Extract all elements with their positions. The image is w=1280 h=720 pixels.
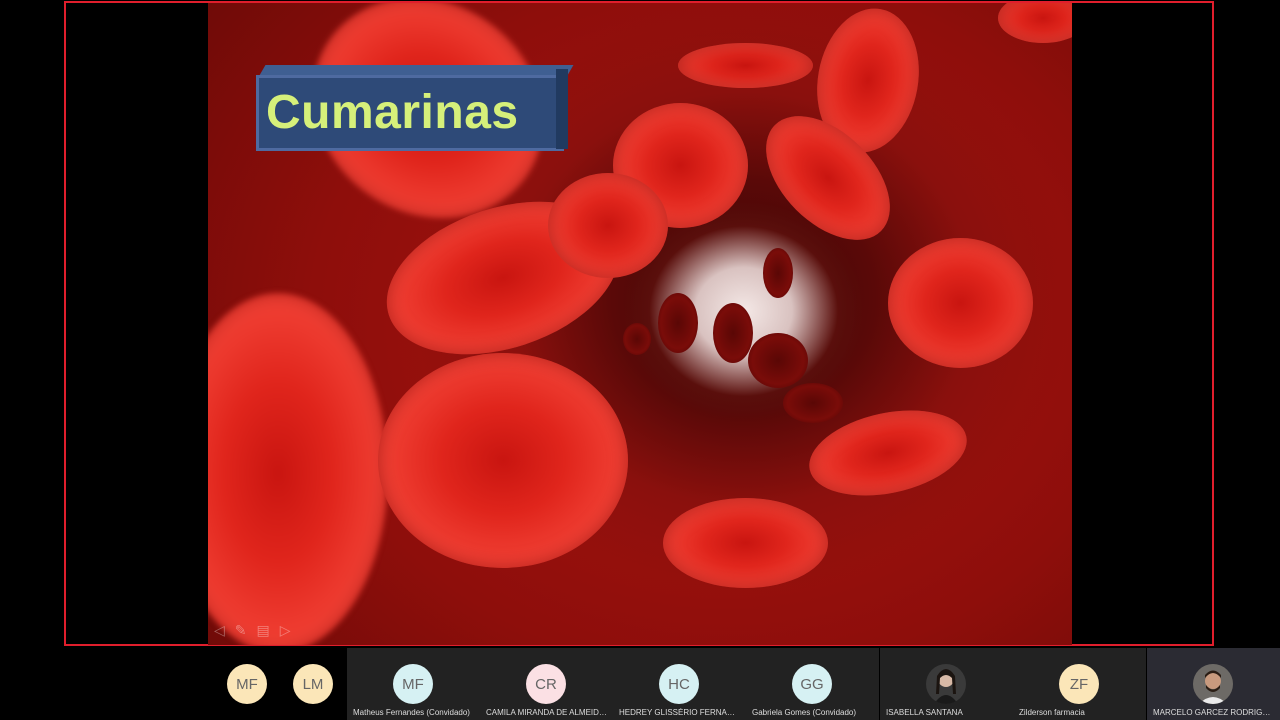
previous-slide-icon[interactable]: ◁ — [214, 622, 225, 639]
blood-cell-image — [663, 498, 828, 588]
avatar: ZF — [1059, 664, 1099, 704]
participant-name: CAMILA MIRANDA DE ALMEIDA R... — [486, 708, 607, 717]
avatar: CR — [526, 664, 566, 704]
participant-name: ISABELLA SANTANA — [886, 708, 963, 717]
avatar — [926, 664, 966, 704]
participant-tile[interactable]: CR CAMILA MIRANDA DE ALMEIDA R... — [480, 648, 613, 720]
blood-cell-image — [658, 293, 698, 353]
blood-cell-image — [763, 248, 793, 298]
participant-name: Zilderson farmacia — [1019, 708, 1085, 717]
presentation-slide: Cumarinas ◁ ✎ ▤ ▷ — [208, 3, 1072, 645]
blood-cell-image — [713, 303, 753, 363]
avatar: LM — [293, 664, 333, 704]
avatar — [1193, 664, 1233, 704]
blood-cell-image — [888, 238, 1033, 368]
user-photo-icon — [1193, 664, 1233, 704]
avatar: MF — [227, 664, 267, 704]
participant-tile[interactable]: MARCELO GARCEZ RODRIGUES — [1147, 648, 1280, 720]
participant-tile[interactable]: ISABELLA SANTANA — [880, 648, 1013, 720]
blood-cell-image — [548, 173, 668, 278]
avatar: GG — [792, 664, 832, 704]
participant-tile[interactable]: MF Matheus Fernandes (Convidado) — [347, 648, 480, 720]
participant-tile[interactable]: ZF Zilderson farmacia — [1013, 648, 1146, 720]
participant-name: Matheus Fernandes (Convidado) — [353, 708, 470, 717]
blood-cell-image — [378, 353, 628, 568]
participants-bar: MF LM MF Matheus Fernandes (Convidado) C… — [0, 648, 1280, 720]
slide-navigation-controls: ◁ ✎ ▤ ▷ — [214, 622, 291, 639]
avatar: HC — [659, 664, 699, 704]
participant-name: Gabriela Gomes (Convidado) — [752, 708, 857, 717]
slide-title: Cumarinas — [266, 86, 519, 139]
user-photo-icon — [934, 669, 958, 704]
blood-cell-image — [208, 293, 388, 645]
participant-tile[interactable]: GG Gabriela Gomes (Convidado) — [746, 648, 879, 720]
slide-title-box: Cumarinas — [256, 65, 574, 151]
next-slide-icon[interactable]: ▷ — [280, 622, 291, 639]
participant-tile[interactable]: LM — [280, 648, 346, 720]
menu-icon[interactable]: ▤ — [257, 622, 270, 639]
blood-cell-image — [678, 43, 813, 88]
participant-tile[interactable]: MF — [214, 648, 280, 720]
blood-cell-image — [998, 3, 1072, 43]
blood-cell-image — [783, 383, 843, 423]
participant-tile[interactable]: HC HEDREY GLISSÉRIO FERNANDES C... — [613, 648, 746, 720]
pen-icon[interactable]: ✎ — [235, 622, 247, 639]
avatar: MF — [393, 664, 433, 704]
blood-cell-image — [623, 323, 651, 355]
blood-cell-image — [748, 333, 808, 388]
participant-name: MARCELO GARCEZ RODRIGUES — [1153, 708, 1274, 717]
participant-name: HEDREY GLISSÉRIO FERNANDES C... — [619, 708, 740, 717]
